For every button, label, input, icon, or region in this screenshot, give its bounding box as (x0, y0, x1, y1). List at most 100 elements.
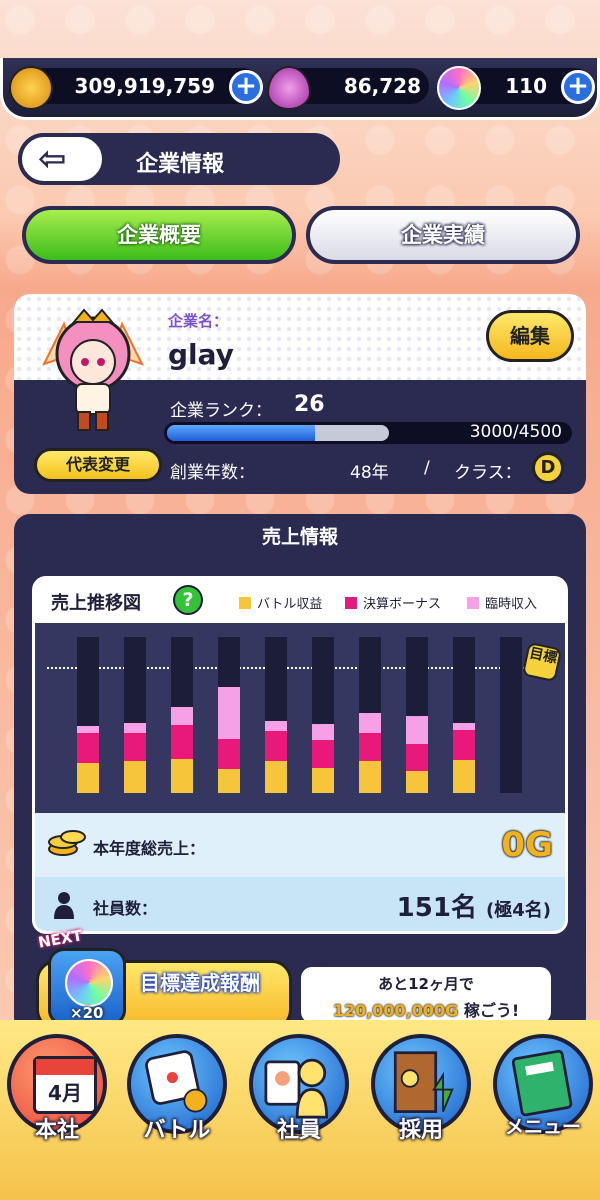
bar-5-series-2 (265, 721, 287, 731)
nav-recruit[interactable]: 採用 (366, 1028, 476, 1158)
rank-progress-bar: 3000/4500 (164, 422, 572, 444)
back-arrow-icon: ⇦ (38, 139, 67, 179)
bar-slot-3 (171, 637, 193, 793)
bar-8-series-1 (406, 744, 428, 771)
back-button[interactable]: ⇦ (18, 133, 106, 185)
bar-3-series-2 (171, 707, 193, 725)
bar-6-series-1 (312, 740, 334, 768)
bar-slot-7 (359, 637, 381, 793)
bar-8-series-0 (406, 771, 428, 793)
class-label: クラス： (454, 463, 522, 483)
calendar-month: 4月 (48, 1081, 82, 1105)
employees-count: 151名 (396, 893, 477, 923)
bar-slot-9 (453, 637, 475, 793)
drops-counter: 86,728 (267, 66, 429, 110)
speech-amount: 120,000,000G (332, 1001, 459, 1020)
person-icon (54, 892, 74, 919)
nav-label-battle: バトル (143, 1118, 211, 1143)
add-gems-button[interactable]: + (561, 70, 595, 104)
nav-label-recruit: 採用 (398, 1118, 443, 1143)
bar-4-series-2 (218, 687, 240, 739)
employees-extra: (極4名) (486, 900, 551, 921)
page-title: 企業情報 (136, 152, 225, 177)
bar-slot-1 (77, 637, 99, 793)
help-icon[interactable]: ? (173, 585, 203, 615)
legend-swatch-extra (467, 597, 479, 609)
separator: / (424, 458, 430, 478)
bar-1-series-0 (77, 763, 99, 793)
nav-menu[interactable]: メニュー (488, 1028, 598, 1158)
legend-swatch-battle (239, 597, 251, 609)
tab-company-overview[interactable]: 企業概要 (22, 206, 296, 264)
coin-stack-icon (48, 830, 86, 856)
founded-years-label: 創業年数： (170, 463, 255, 483)
nav-label-menu: メニュー (504, 1116, 581, 1138)
class-badge: D (532, 452, 564, 484)
total-sales-label: 本年度総売上： (93, 839, 206, 858)
drops-value: 86,728 (343, 74, 421, 98)
rank-progress-text: 3000/4500 (469, 422, 562, 442)
currency-bar: 309,919,759 + 86,728 110 + (0, 58, 600, 120)
drop-icon (267, 66, 311, 110)
bar-7-series-0 (359, 761, 381, 793)
representative-avatar (42, 308, 144, 431)
bar-3-series-0 (171, 759, 193, 793)
company-name: glay (168, 338, 234, 371)
bar-4-series-1 (218, 739, 240, 769)
nav-employees[interactable]: 社員 (244, 1028, 354, 1158)
bar-2-series-2 (124, 723, 146, 733)
sales-chart-box: 売上推移図 ? バトル収益 決算ボーナス 臨時収入 目標 本年度総売上： 0G … (32, 576, 568, 934)
calendar-icon: 4月 (33, 1056, 97, 1114)
nav-label-hq: 本社 (34, 1118, 79, 1143)
legend-bonus: 決算ボーナス (345, 593, 441, 612)
goal-speech-bubble: あと12ヶ月で 120,000,000G 稼ごう! (298, 964, 554, 1026)
coin-icon (9, 66, 53, 110)
reward-title: 目標達成報酬 (140, 971, 260, 995)
coins-counter: 309,919,759 + (9, 66, 263, 110)
bar-slot-4 (218, 637, 240, 793)
target-badge: 目標 (521, 641, 563, 683)
employees-label: 社員数： (93, 899, 158, 918)
chart-title: 売上推移図 (51, 593, 141, 614)
legend-extra: 臨時収入 (467, 593, 537, 612)
legend-battle: バトル収益 (239, 593, 322, 612)
bar-5-series-0 (265, 761, 287, 793)
total-sales-value: 0G (501, 825, 553, 865)
nav-headquarters[interactable]: 4月 本社 (2, 1028, 112, 1158)
speech-suffix: 稼ごう! (463, 1001, 520, 1020)
bar-6-series-0 (312, 768, 334, 793)
rank-progress-fill (167, 425, 316, 441)
add-coins-button[interactable]: + (229, 70, 263, 104)
coins-value: 309,919,759 (74, 74, 215, 98)
bar-slot-2 (124, 637, 146, 793)
bar-1-series-1 (77, 733, 99, 763)
bar-6-series-2 (312, 724, 334, 740)
bar-slot-6 (312, 637, 334, 793)
bar-3-series-1 (171, 725, 193, 759)
company-card: 代表変更 企業名： glay 編集 企業ランク： 26 3000/4500 創業… (14, 294, 586, 494)
bar-7-series-2 (359, 713, 381, 733)
bar-slot-10 (500, 637, 522, 793)
edit-button[interactable]: 編集 (486, 310, 574, 362)
gems-counter: 110 + (437, 66, 595, 110)
nav-battle[interactable]: バトル (122, 1028, 232, 1158)
bar-1-series-2 (77, 726, 99, 733)
header-bar: ⇦ 企業情報 (18, 133, 340, 185)
bar-9-series-2 (453, 723, 475, 730)
gems-value: 110 (505, 74, 547, 98)
speech-line-1: あと12ヶ月で (378, 975, 474, 993)
tab-company-achievements[interactable]: 企業実績 (306, 206, 580, 264)
rank-progress-track (167, 425, 389, 441)
company-name-label: 企業名： (168, 312, 229, 330)
sales-title: 売上情報 (261, 526, 338, 548)
company-rank-label: 企業ランク： (170, 401, 272, 421)
bar-5-series-1 (265, 731, 287, 761)
gem-icon (437, 66, 481, 110)
bar-9-series-1 (453, 730, 475, 760)
bar-2-series-0 (124, 761, 146, 793)
total-sales-row: 本年度総売上： 0G (35, 813, 565, 877)
change-representative-button[interactable]: 代表変更 (34, 448, 162, 482)
bar-4-series-0 (218, 769, 240, 793)
bar-9-series-0 (453, 760, 475, 793)
legend-swatch-bonus (345, 597, 357, 609)
